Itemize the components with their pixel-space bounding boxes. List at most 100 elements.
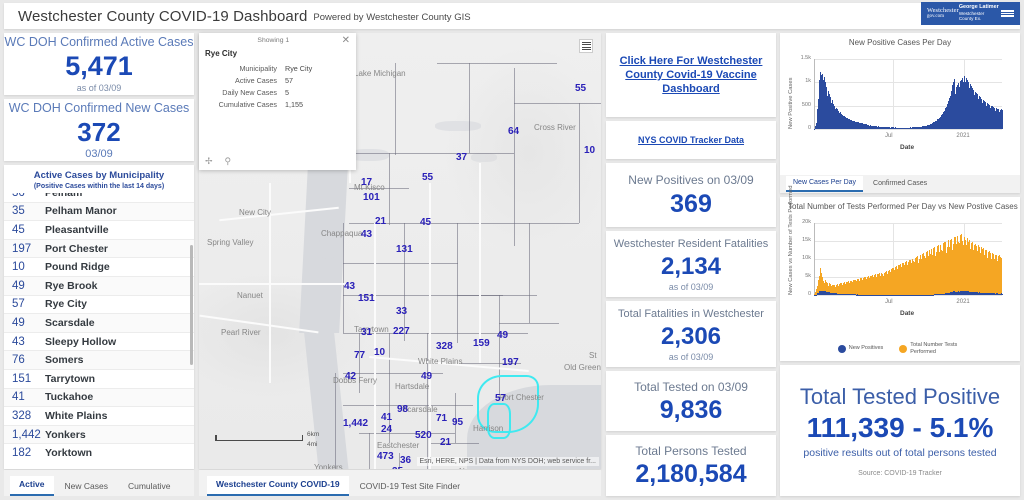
municipality-scrollbar[interactable] bbox=[190, 245, 193, 365]
map-case-count[interactable]: 328 bbox=[436, 341, 453, 352]
municipality-name: Rye Brook bbox=[45, 279, 98, 292]
map-case-count[interactable]: 43 bbox=[361, 229, 372, 240]
municipality-row[interactable]: 76 Somers bbox=[4, 351, 194, 370]
municipality-row[interactable]: 49 Rye Brook bbox=[4, 276, 194, 296]
map-case-count[interactable]: 55 bbox=[422, 172, 433, 183]
municipality-subtitle: (Positive Cases within the last 14 days) bbox=[33, 183, 165, 190]
map-place-label: Chappaqua bbox=[321, 229, 363, 238]
map-popup[interactable]: Showing 1 ✕ Rye City Municipality Rye Cit… bbox=[199, 33, 356, 170]
map-case-count[interactable]: 71 bbox=[436, 413, 447, 424]
map-case-count[interactable]: 55 bbox=[575, 83, 586, 94]
map-case-count[interactable]: 101 bbox=[363, 192, 380, 203]
map-place-label: New bbox=[459, 467, 475, 469]
legend-item[interactable]: New Positives bbox=[837, 342, 884, 355]
map-case-count[interactable]: 159 bbox=[473, 338, 490, 349]
municipality-row[interactable]: 49 Scarsdale bbox=[4, 314, 194, 333]
map-case-count[interactable]: 37 bbox=[456, 152, 467, 163]
map-case-count[interactable]: 131 bbox=[396, 244, 413, 255]
map-case-count[interactable]: 35 bbox=[392, 466, 403, 469]
pan-icon[interactable]: ✢ bbox=[205, 156, 213, 167]
map-case-count[interactable]: 36 bbox=[400, 455, 411, 466]
card-tracker-link[interactable]: NYS COVID Tracker Data bbox=[606, 121, 776, 159]
map-case-count[interactable]: 520 bbox=[415, 430, 432, 441]
map-case-count[interactable]: 21 bbox=[440, 437, 451, 448]
municipality-row[interactable]: 1,442 Yonkers bbox=[4, 425, 194, 445]
legend-color-swatch bbox=[837, 344, 846, 353]
tab-new-cases[interactable]: New Cases bbox=[55, 478, 117, 496]
map-place-label: Eastchester bbox=[377, 441, 420, 450]
chart-new-positive-cases[interactable]: New Positive Cases Per Day New Positive … bbox=[780, 33, 1020, 193]
chart1-title: New Positive Cases Per Day bbox=[848, 38, 952, 47]
total-fatalities-value: 2,306 bbox=[660, 322, 722, 350]
map-case-count[interactable]: 77 bbox=[354, 350, 365, 361]
municipality-row[interactable]: 10 Pound Ridge bbox=[4, 258, 194, 277]
active-cases-title: WC DOH Confirmed Active Cases bbox=[4, 35, 194, 49]
page-subtitle: Powered by Westchester County GIS bbox=[313, 12, 471, 23]
map-case-count[interactable]: 45 bbox=[420, 217, 431, 228]
stats-column: Click Here For Westchester County Covid-… bbox=[606, 33, 776, 496]
tab-cumulative[interactable]: Cumulative bbox=[118, 478, 180, 496]
municipality-row[interactable]: 36Pelham bbox=[4, 193, 194, 203]
municipality-row[interactable]: 197 Port Chester bbox=[4, 239, 194, 259]
map-case-count[interactable]: 10 bbox=[584, 145, 595, 156]
chart-tab-new-cases-per-day[interactable]: New Cases Per Day bbox=[786, 176, 864, 192]
popup-attribute-value: 5 bbox=[285, 87, 289, 97]
layer-list-icon[interactable] bbox=[579, 39, 593, 53]
legend-item[interactable]: Total Number Tests Performed bbox=[899, 342, 962, 355]
map-case-count[interactable]: 41 bbox=[381, 412, 392, 423]
municipality-row[interactable]: 45 Pleasantville bbox=[4, 221, 194, 240]
map-case-count[interactable]: 31 bbox=[361, 327, 372, 338]
map-place-label: Spring Valley bbox=[207, 238, 254, 247]
map-case-count[interactable]: 24 bbox=[381, 424, 392, 435]
tested-positive-sub: positive results out of total persons te… bbox=[803, 447, 997, 459]
popup-attribute-row: Municipality Rye City bbox=[199, 62, 356, 74]
chart-tab-confirmed-cases[interactable]: Confirmed Cases bbox=[866, 177, 935, 191]
municipality-row[interactable]: 57 Rye City bbox=[4, 296, 194, 315]
resident-fatalities-title: Westchester Resident Fatalities bbox=[613, 237, 769, 250]
chart-tests-vs-cases[interactable]: Total Number of Tests Performed Per Day … bbox=[780, 186, 1020, 361]
map-case-count[interactable]: 42 bbox=[345, 371, 356, 382]
map-case-count[interactable]: 1,442 bbox=[343, 418, 368, 429]
map-case-count[interactable]: 33 bbox=[396, 306, 407, 317]
map-case-count[interactable]: 57 bbox=[495, 393, 506, 404]
map-case-count[interactable]: 49 bbox=[421, 371, 432, 382]
municipality-row[interactable]: 35 Pelham Manor bbox=[4, 202, 194, 222]
westchester-logo[interactable]: Westchester gov.com George Latimer Westc… bbox=[921, 2, 1020, 25]
close-icon[interactable]: ✕ bbox=[342, 35, 350, 46]
municipality-row[interactable]: 328 White Plains bbox=[4, 407, 194, 426]
map-case-count[interactable]: 98 bbox=[397, 404, 408, 415]
municipality-name: White Plains bbox=[45, 409, 108, 422]
popup-showing-count: Showing 1 bbox=[257, 37, 290, 44]
municipality-row[interactable]: 182 Yorktown bbox=[4, 444, 194, 461]
popup-attribute-list: Municipality Rye City Active Cases 57 Daily … bbox=[199, 62, 356, 110]
municipality-row[interactable]: 41 Tuckahoe bbox=[4, 388, 194, 408]
tab-covid-19-test-site-finder[interactable]: COVID-19 Test Site Finder bbox=[350, 478, 470, 496]
vaccine-dashboard-link[interactable]: Click Here For Westchester County Covid-… bbox=[606, 54, 776, 96]
map-case-count[interactable]: 49 bbox=[497, 330, 508, 341]
legend-label: New Positives bbox=[848, 345, 884, 352]
map-case-count[interactable]: 21 bbox=[375, 216, 386, 227]
left-tabbar: Active New Cases Cumulative bbox=[4, 470, 194, 496]
popup-title: Rye City bbox=[205, 49, 238, 58]
zoom-icon[interactable]: ⚲ bbox=[225, 156, 232, 167]
nys-tracker-link[interactable]: NYS COVID Tracker Data bbox=[638, 135, 744, 146]
map-case-count[interactable]: 197 bbox=[502, 357, 519, 368]
new-cases-date: 03/09 bbox=[85, 147, 113, 160]
card-vaccine-link[interactable]: Click Here For Westchester County Covid-… bbox=[606, 33, 776, 117]
map-case-count[interactable]: 227 bbox=[393, 326, 410, 337]
popup-attribute-row: Daily New Cases 5 bbox=[199, 86, 356, 98]
map-case-count[interactable]: 10 bbox=[374, 347, 385, 358]
tab-westchester-county-covid-19[interactable]: Westchester County COVID-19 bbox=[207, 476, 349, 496]
map-case-count[interactable]: 17 bbox=[361, 177, 372, 188]
municipality-row[interactable]: 43 Sleepy Hollow bbox=[4, 333, 194, 352]
municipality-list[interactable]: 36Pelham 35 Pelham Manor 45 Pleasantville 197… bbox=[4, 193, 194, 461]
map-scalebar: 6km 4mi bbox=[215, 431, 319, 448]
map-case-count[interactable]: 95 bbox=[452, 417, 463, 428]
tab-active[interactable]: Active bbox=[10, 476, 54, 496]
map-case-count[interactable]: 473 bbox=[377, 451, 394, 462]
municipality-row[interactable]: 151 Tarrytown bbox=[4, 370, 194, 389]
popup-header: Showing 1 ✕ bbox=[199, 33, 356, 48]
map-case-count[interactable]: 151 bbox=[358, 293, 375, 304]
map-case-count[interactable]: 64 bbox=[508, 126, 519, 137]
map-case-count[interactable]: 43 bbox=[344, 281, 355, 292]
